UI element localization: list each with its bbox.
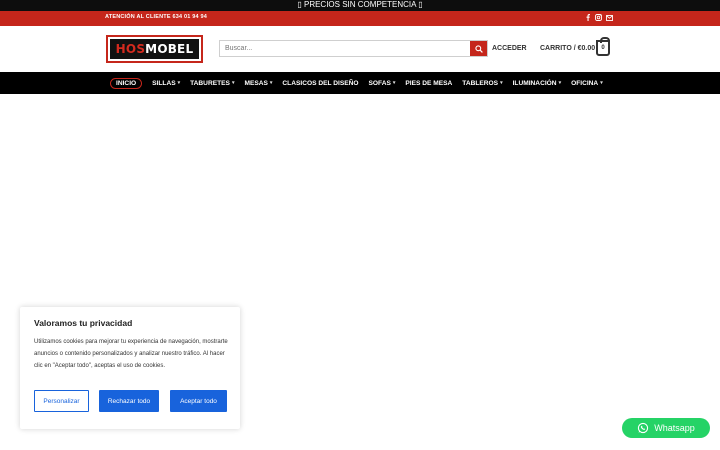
site-logo[interactable]: HOS MOBEL: [106, 35, 203, 63]
cart-count-badge[interactable]: 0: [596, 37, 610, 56]
search-form: [219, 40, 488, 57]
cookie-customize-button[interactable]: Personalizar: [34, 390, 89, 412]
nav-label: CLASICOS DEL DISEÑO: [282, 79, 359, 87]
chevron-down-icon: ▾: [231, 80, 235, 86]
nav-item-mesas[interactable]: MESAS ▾: [239, 72, 277, 94]
nav-item-taburetes[interactable]: TABURETES ▾: [185, 72, 239, 94]
nav-label: SILLAS: [152, 79, 176, 87]
nav-item-sillas[interactable]: SILLAS ▾: [147, 72, 185, 94]
nav-item-sofas[interactable]: SOFAS ▾: [364, 72, 401, 94]
cart-link[interactable]: CARRITO / €0.00: [540, 45, 595, 52]
nav-item-inicio[interactable]: INICIO: [105, 72, 147, 94]
search-button[interactable]: [470, 41, 487, 56]
nav-label: TABLEROS: [462, 79, 499, 87]
search-icon: [474, 44, 483, 53]
nav-item-tableros[interactable]: TABLEROS ▾: [457, 72, 507, 94]
nav-label: PIES DE MESA: [405, 79, 453, 87]
facebook-icon[interactable]: [584, 13, 591, 22]
cookie-reject-all-button[interactable]: Rechazar todo: [99, 390, 159, 412]
nav-label: SOFAS: [368, 79, 391, 87]
nav-label: ILUMINACIÓN: [512, 79, 557, 87]
whatsapp-label: Whatsapp: [654, 423, 695, 433]
whatsapp-button[interactable]: Whatsapp: [622, 418, 710, 438]
social-links: [584, 13, 613, 22]
search-input[interactable]: [220, 41, 470, 56]
nav-item-iluminacion[interactable]: ILUMINACIÓN ▾: [508, 72, 566, 94]
chevron-down-icon: ▾: [392, 80, 396, 86]
nav-item-pies-de-mesa[interactable]: PIES DE MESA: [400, 72, 457, 94]
cookie-accept-all-button[interactable]: Aceptar todo: [170, 390, 227, 412]
logo-mark: HOS MOBEL: [110, 39, 199, 59]
promo-text: ▯ PRECIOS SIN COMPETENCIA ▯: [297, 0, 423, 9]
chevron-down-icon: ▾: [177, 80, 181, 86]
logo-text-left: HOS: [115, 42, 146, 56]
main-navigation: INICIO SILLAS ▾ TABURETES ▾ MESAS ▾ CLASICO…: [0, 72, 720, 94]
chevron-down-icon: ▾: [558, 80, 562, 86]
nav-item-oficina[interactable]: OFICINA ▾: [566, 72, 608, 94]
nav-item-clasicos-del-diseno[interactable]: CLASICOS DEL DISEÑO: [277, 72, 363, 94]
nav-label: INICIO: [110, 77, 143, 89]
customer-support-text: ATENCIÓN AL CLIENTE 634 01 94 94: [105, 14, 207, 20]
nav-label: MESAS: [244, 79, 268, 87]
chevron-down-icon: ▾: [500, 80, 503, 86]
chevron-down-icon: ▾: [600, 80, 603, 86]
promo-bar: ▯ PRECIOS SIN COMPETENCIA ▯: [0, 0, 720, 11]
login-link[interactable]: ACCEDER: [492, 45, 527, 52]
cookie-consent-dialog: Valoramos tu privacidad Utilizamos cooki…: [20, 307, 240, 429]
cookie-title: Valoramos tu privacidad: [34, 318, 133, 328]
email-icon[interactable]: [606, 13, 613, 22]
cookie-description: Utilizamos cookies para mejorar tu exper…: [34, 339, 228, 369]
chevron-down-icon: ▾: [269, 80, 273, 86]
nav-label: OFICINA: [571, 79, 599, 87]
nav-label: TABURETES: [190, 79, 230, 87]
top-bar: ATENCIÓN AL CLIENTE 634 01 94 94: [0, 11, 720, 26]
instagram-icon[interactable]: [595, 13, 602, 22]
whatsapp-icon: [638, 422, 649, 434]
logo-text-right: MOBEL: [145, 42, 194, 56]
site-header: HOSMOBEL ACCEDER CARRITO / €0.00 0: [0, 26, 720, 72]
